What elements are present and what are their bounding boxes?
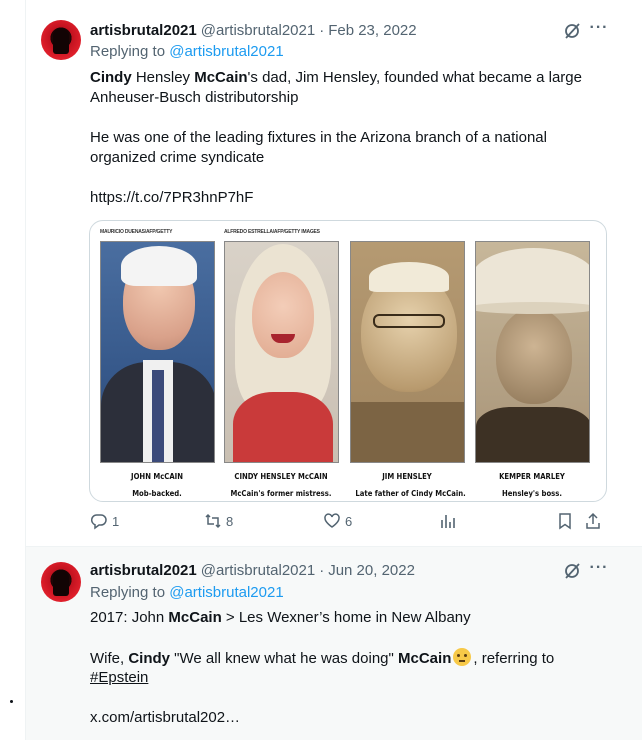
text: > Les Wexner’s home in New Albany xyxy=(221,609,471,626)
text: , referring to xyxy=(473,650,555,667)
text: Wife, xyxy=(90,650,129,667)
tweet-header: artisbrutal2021 @artisbrutal2021 · Jun 2… xyxy=(90,560,415,580)
grok-icon[interactable] xyxy=(562,561,582,581)
replying-handle-link[interactable]: @artisbrutal2021 xyxy=(169,43,283,60)
text-bold: McCain xyxy=(168,609,222,626)
share-icon xyxy=(586,512,600,529)
text: 's dad, Jim Hensley, founded what became… xyxy=(247,69,582,86)
separator: · xyxy=(319,561,325,579)
text-bold: Cindy xyxy=(90,69,132,86)
reply-icon xyxy=(90,514,107,530)
photo-caption: JOHN McCAIN Mob-backed. xyxy=(105,471,208,499)
caption-name: CINDY HENSLEY McCAIN xyxy=(234,472,328,481)
more-icon[interactable]: ··· xyxy=(589,20,609,41)
repost-button[interactable]: 8 xyxy=(204,512,233,530)
text-bold: Cindy xyxy=(128,650,171,667)
tweet-text-line: Wife, Cindy "We all knew what he was doi… xyxy=(90,648,554,669)
tweet-header: artisbrutal2021 @artisbrutal2021 · Feb 2… xyxy=(90,20,417,40)
separator: · xyxy=(319,21,325,39)
tweet-2[interactable]: artisbrutal2021 @artisbrutal2021 · Jun 2… xyxy=(26,547,642,740)
more-icon[interactable]: ··· xyxy=(589,560,609,581)
tweet-text-line: Cindy Hensley McCain's dad, Jim Hensley,… xyxy=(90,68,582,88)
tweet-media[interactable]: MAURICIO DUENAS/AFP/GETTY ALFREDO ESTREL… xyxy=(89,220,607,502)
action-bar: 1 8 6 xyxy=(90,512,614,536)
caption-sub: Hensley's boss. xyxy=(502,489,562,498)
heart-icon xyxy=(324,513,340,528)
caption-sub: Late father of Cindy McCain. xyxy=(355,489,466,498)
tweet-date[interactable]: Jun 20, 2022 xyxy=(328,562,415,579)
photo-jim-hensley xyxy=(350,241,465,463)
replying-handle-link[interactable]: @artisbrutal2021 xyxy=(169,584,283,601)
replying-to: Replying to @artisbrutal2021 xyxy=(90,584,284,601)
photo-caption: CINDY HENSLEY McCAIN McCain's former mis… xyxy=(229,471,332,499)
photo-credit: ALFREDO ESTRELLA/AFP/GETTY IMAGES xyxy=(224,229,320,235)
caption-name: JIM HENSLEY xyxy=(382,472,432,481)
replying-to: Replying to @artisbrutal2021 xyxy=(90,43,284,60)
repost-count: 8 xyxy=(226,513,234,529)
caption-name: JOHN McCAIN xyxy=(131,472,183,481)
text: Hensley xyxy=(131,69,195,86)
photo-john-mccain xyxy=(100,241,215,463)
repost-icon xyxy=(205,513,221,529)
rail-dot xyxy=(10,700,13,703)
tweet-link[interactable]: https://t.co/7PR3hnP7hF xyxy=(90,188,253,208)
handle[interactable]: @artisbrutal2021 xyxy=(201,22,315,39)
text-bold: McCain xyxy=(194,69,248,86)
like-button[interactable]: 6 xyxy=(323,512,352,530)
photo-kemper-marley xyxy=(475,241,590,463)
views-icon xyxy=(441,515,455,528)
tweet-1[interactable]: artisbrutal2021 @artisbrutal2021 · Feb 2… xyxy=(26,0,642,547)
text-bold: McCain xyxy=(398,650,452,667)
bookmark-icon xyxy=(559,513,571,530)
reply-count: 1 xyxy=(112,513,120,529)
share-button[interactable] xyxy=(584,512,602,530)
hashtag-link[interactable]: #Epstein xyxy=(90,668,148,688)
photo-caption: JIM HENSLEY Late father of Cindy McCain. xyxy=(355,471,466,499)
tweet-date[interactable]: Feb 23, 2022 xyxy=(328,22,416,39)
display-name[interactable]: artisbrutal2021 xyxy=(90,22,197,39)
views-button[interactable] xyxy=(439,512,457,530)
text: 2017: John xyxy=(90,609,169,626)
reply-button[interactable]: 1 xyxy=(90,512,119,530)
grok-icon[interactable] xyxy=(562,21,582,41)
caption-name: KEMPER MARLEY xyxy=(499,472,565,481)
caption-sub: Mob-backed. xyxy=(132,489,182,498)
caption-sub: McCain's former mistress. xyxy=(230,489,332,498)
left-rail xyxy=(0,0,26,740)
photo-caption: KEMPER MARLEY Hensley's boss. xyxy=(480,471,583,499)
display-name[interactable]: artisbrutal2021 xyxy=(90,562,197,579)
tweet-link[interactable]: x.com/artisbrutal202… xyxy=(90,708,240,728)
text: "We all knew what he was doing" xyxy=(170,650,399,667)
like-count: 6 xyxy=(345,513,353,529)
replying-prefix: Replying to xyxy=(90,584,170,601)
avatar[interactable] xyxy=(41,562,81,602)
tweet-text-line: He was one of the leading fixtures in th… xyxy=(90,129,547,146)
tweet-text-line: 2017: John McCain > Les Wexner’s home in… xyxy=(90,608,471,628)
photo-cindy-mccain xyxy=(224,241,339,463)
bookmark-button[interactable] xyxy=(556,512,574,530)
tweet-text-line: organized crime syndicate xyxy=(90,149,265,166)
tweet-text-line: Anheuser-Busch distributorship xyxy=(90,89,299,106)
photo-credit: MAURICIO DUENAS/AFP/GETTY xyxy=(100,229,173,235)
avatar[interactable] xyxy=(41,20,81,60)
replying-prefix: Replying to xyxy=(90,43,170,60)
rolling-eyes-emoji xyxy=(453,648,472,666)
handle[interactable]: @artisbrutal2021 xyxy=(201,562,315,579)
media-collage: MAURICIO DUENAS/AFP/GETTY ALFREDO ESTREL… xyxy=(100,227,600,499)
